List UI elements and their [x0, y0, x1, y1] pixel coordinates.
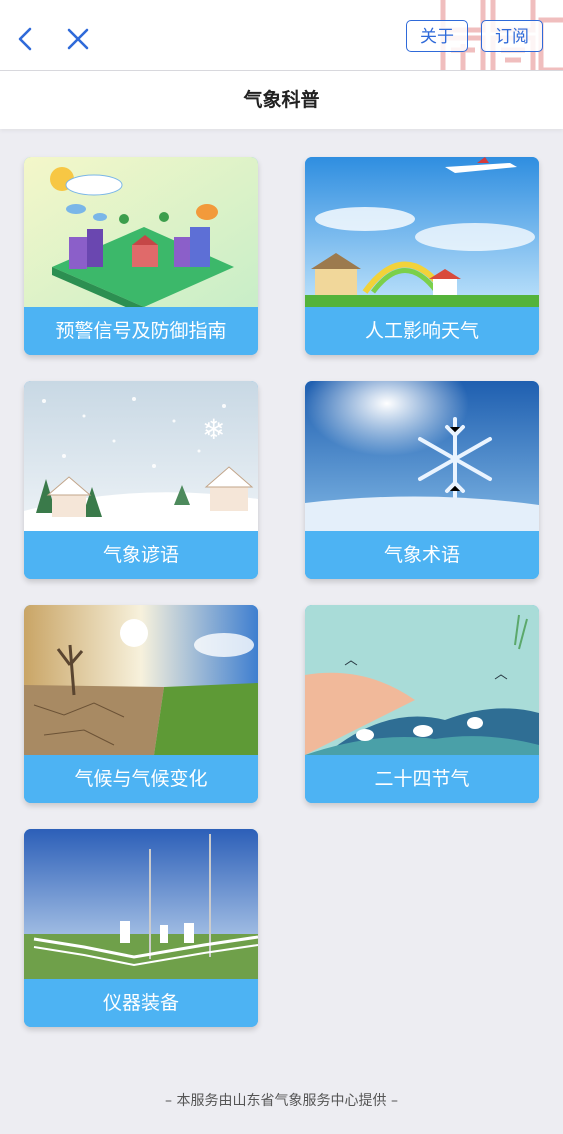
card-label: 气候与气候变化	[24, 755, 258, 803]
back-button[interactable]	[10, 22, 40, 56]
page-title: 气象科普	[243, 89, 320, 111]
card-image-weather-modification	[305, 157, 539, 307]
card-image-weather-terms	[305, 381, 539, 531]
card-label: 气象术语	[305, 531, 539, 579]
card-label: 二十四节气	[305, 755, 539, 803]
card-weather-modification[interactable]: 人工影响天气	[305, 157, 539, 355]
footer-credit: – 本服务由山东省气象服务中心提供 –	[165, 1093, 398, 1109]
page-title-bar: 气象科普	[0, 71, 563, 129]
card-weather-proverbs[interactable]: ❄ 气象谚语	[24, 381, 258, 579]
card-label: 预警信号及防御指南	[24, 307, 258, 355]
card-solar-terms[interactable]: 二十四节气	[305, 605, 539, 803]
card-image-warning-signals	[24, 157, 258, 307]
card-label: 气象谚语	[24, 531, 258, 579]
close-icon	[67, 28, 89, 50]
card-image-climate-change	[24, 605, 258, 755]
svg-text:❄: ❄	[202, 413, 225, 446]
close-button[interactable]	[63, 22, 93, 56]
chevron-left-icon	[18, 27, 32, 51]
card-label: 仪器装备	[24, 979, 258, 1027]
card-label: 人工影响天气	[305, 307, 539, 355]
card-warning-signals[interactable]: 预警信号及防御指南	[24, 157, 258, 355]
card-image-instruments	[24, 829, 258, 979]
top-navigation-bar: 关于 订阅	[0, 0, 563, 71]
card-image-solar-terms	[305, 605, 539, 755]
subscribe-button[interactable]: 订阅	[481, 20, 543, 52]
about-button[interactable]: 关于	[406, 20, 468, 52]
card-climate-change[interactable]: 气候与气候变化	[24, 605, 258, 803]
card-weather-terms[interactable]: 气象术语	[305, 381, 539, 579]
card-instruments[interactable]: 仪器装备	[24, 829, 258, 1027]
card-image-weather-proverbs: ❄	[24, 381, 258, 531]
